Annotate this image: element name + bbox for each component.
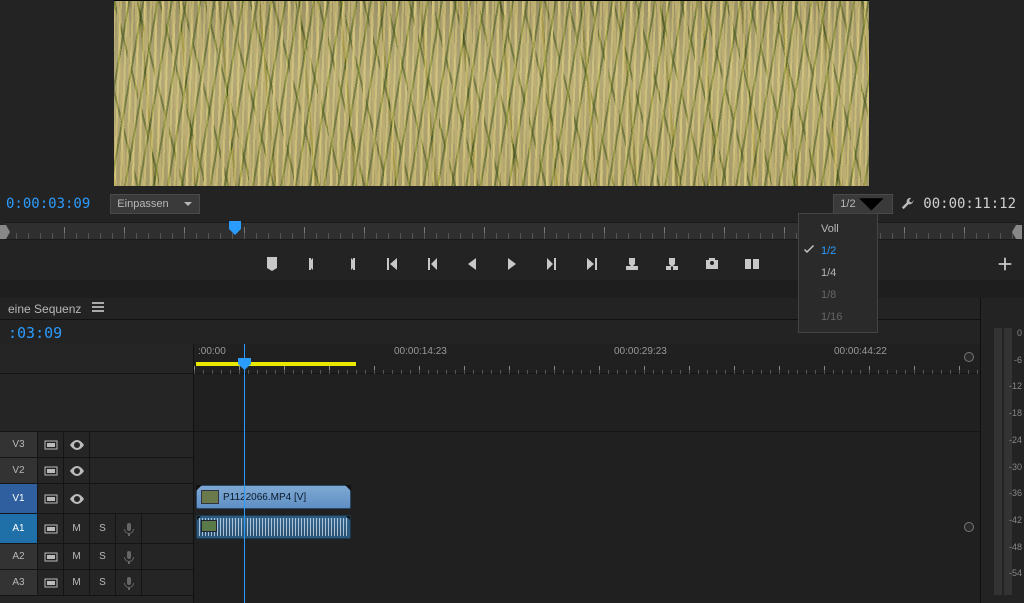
keyframe-handle[interactable] <box>964 522 974 532</box>
timeline-playhead[interactable] <box>244 344 245 603</box>
program-monitor: 0:00:03:09 Einpassen 1/2 00:00:11:12 <box>0 0 1024 280</box>
track-toggle-output-button[interactable] <box>38 458 64 483</box>
mark-out-button[interactable] <box>343 255 361 273</box>
play-backward-button[interactable] <box>463 255 481 273</box>
track-label[interactable]: A1 <box>0 514 38 543</box>
track-toggle-output-button[interactable] <box>38 544 64 569</box>
comparison-view-button[interactable] <box>743 255 761 273</box>
track-toggle-output-button[interactable] <box>38 570 64 595</box>
resolution-option-half[interactable]: 1/2 <box>799 240 877 262</box>
preview-video-still <box>114 1 869 186</box>
in-point-handle[interactable] <box>0 225 10 239</box>
audio-clip[interactable] <box>196 515 351 539</box>
settings-button[interactable] <box>901 196 915 213</box>
track-visibility-button[interactable] <box>64 484 90 513</box>
track-header-v1[interactable]: V1 <box>0 484 193 514</box>
track-visibility-button[interactable] <box>64 458 90 483</box>
check-icon <box>803 244 817 258</box>
resolution-option-full[interactable]: Voll <box>799 218 877 240</box>
ruler-label: 00:00:44:22 <box>834 346 887 357</box>
track-lane-v1[interactable]: P1122066.MP4 [V] <box>194 484 980 514</box>
solo-button[interactable]: S <box>90 544 116 569</box>
mute-button[interactable]: M <box>64 544 90 569</box>
audio-waveform <box>199 518 348 536</box>
meter-left <box>994 328 1002 595</box>
extract-button[interactable] <box>663 255 681 273</box>
meter-scale: 0 -6 -12 -18 -24 -30 -36 -42 -48 -54 <box>1002 328 1022 595</box>
track-lane-a2[interactable] <box>194 544 980 570</box>
playback-resolution-dropdown[interactable]: 1/2 <box>833 194 893 214</box>
clip-label: P1122066.MP4 [V] <box>223 492 306 503</box>
audio-meter-panel: 0 -6 -12 -18 -24 -30 -36 -42 -48 -54 <box>980 298 1024 603</box>
playback-resolution-label: 1/2 <box>840 198 855 210</box>
ruler-label: :00:00 <box>198 346 226 357</box>
clip-thumbnail <box>201 520 217 532</box>
sequence-duration-timecode: 00:00:11:12 <box>923 196 1016 212</box>
go-to-out-button[interactable] <box>583 255 601 273</box>
panel-menu-button[interactable] <box>91 300 105 317</box>
track-lane-a1[interactable] <box>194 514 980 544</box>
track-lane-a3[interactable] <box>194 570 980 596</box>
mark-in-button[interactable] <box>303 255 321 273</box>
mute-button[interactable]: M <box>64 570 90 595</box>
resolution-option-sixteenth: 1/16 <box>799 306 877 328</box>
ruler-label: 00:00:14:23 <box>394 346 447 357</box>
solo-button[interactable]: S <box>90 570 116 595</box>
track-label[interactable]: A2 <box>0 544 38 569</box>
track-header-v3[interactable]: V3 <box>0 432 193 458</box>
track-label[interactable]: V3 <box>0 432 38 457</box>
track-visibility-button[interactable] <box>64 432 90 457</box>
playback-resolution-menu: Voll 1/2 1/4 1/8 1/16 <box>798 213 878 333</box>
timeline-panel-title: eine Sequenz <box>8 302 81 316</box>
track-label[interactable]: V1 <box>0 484 38 513</box>
lift-button[interactable] <box>623 255 641 273</box>
timeline-body: V3 V2 V1 A1 M S A2 <box>0 344 980 603</box>
zoom-level-dropdown[interactable]: Einpassen <box>110 194 200 214</box>
out-point-handle[interactable] <box>1012 225 1022 239</box>
track-content-area[interactable]: :00:00 00:00:14:23 00:00:29:23 00:00:44:… <box>194 344 980 603</box>
track-lane-v3[interactable] <box>194 432 980 458</box>
ruler-ticks <box>194 366 980 374</box>
track-headers: V3 V2 V1 A1 M S A2 <box>0 344 194 603</box>
voiceover-record-button[interactable] <box>116 544 142 569</box>
chevron-down-icon <box>183 199 193 209</box>
track-header-a2[interactable]: A2 M S <box>0 544 193 570</box>
export-frame-button[interactable] <box>703 255 721 273</box>
current-timecode[interactable]: 0:00:03:09 <box>6 196 90 212</box>
timeline-ruler[interactable]: :00:00 00:00:14:23 00:00:29:23 00:00:44:… <box>194 344 980 374</box>
voiceover-record-button[interactable] <box>116 570 142 595</box>
solo-button[interactable]: S <box>90 514 116 543</box>
track-label[interactable]: A3 <box>0 570 38 595</box>
ruler-label: 00:00:29:23 <box>614 346 667 357</box>
clip-thumbnail <box>201 490 219 504</box>
wrench-icon <box>901 196 915 210</box>
play-button[interactable] <box>503 255 521 273</box>
track-header-a1[interactable]: A1 M S <box>0 514 193 544</box>
timeline-panel: eine Sequenz :03:09 CC V3 V2 V1 <box>0 298 980 603</box>
track-lane-v2[interactable] <box>194 458 980 484</box>
track-header-a3[interactable]: A3 M S <box>0 570 193 596</box>
track-header-v2[interactable]: V2 <box>0 458 193 484</box>
resolution-option-eighth: 1/8 <box>799 284 877 306</box>
add-marker-button[interactable] <box>263 255 281 273</box>
track-label[interactable]: V2 <box>0 458 38 483</box>
keyframe-handle[interactable] <box>964 352 974 362</box>
playhead-marker[interactable] <box>229 221 241 235</box>
track-toggle-output-button[interactable] <box>38 514 64 543</box>
zoom-level-label: Einpassen <box>117 198 168 210</box>
preview-frame[interactable] <box>114 0 869 186</box>
go-to-in-button[interactable] <box>383 255 401 273</box>
step-back-button[interactable] <box>423 255 441 273</box>
voiceover-record-button[interactable] <box>116 514 142 543</box>
step-forward-button[interactable] <box>543 255 561 273</box>
resolution-option-quarter[interactable]: 1/4 <box>799 262 877 284</box>
track-toggle-output-button[interactable] <box>38 432 64 457</box>
mute-button[interactable]: M <box>64 514 90 543</box>
track-toggle-output-button[interactable] <box>38 484 64 513</box>
button-editor-button[interactable] <box>996 255 1014 273</box>
video-clip[interactable]: P1122066.MP4 [V] <box>196 485 351 509</box>
